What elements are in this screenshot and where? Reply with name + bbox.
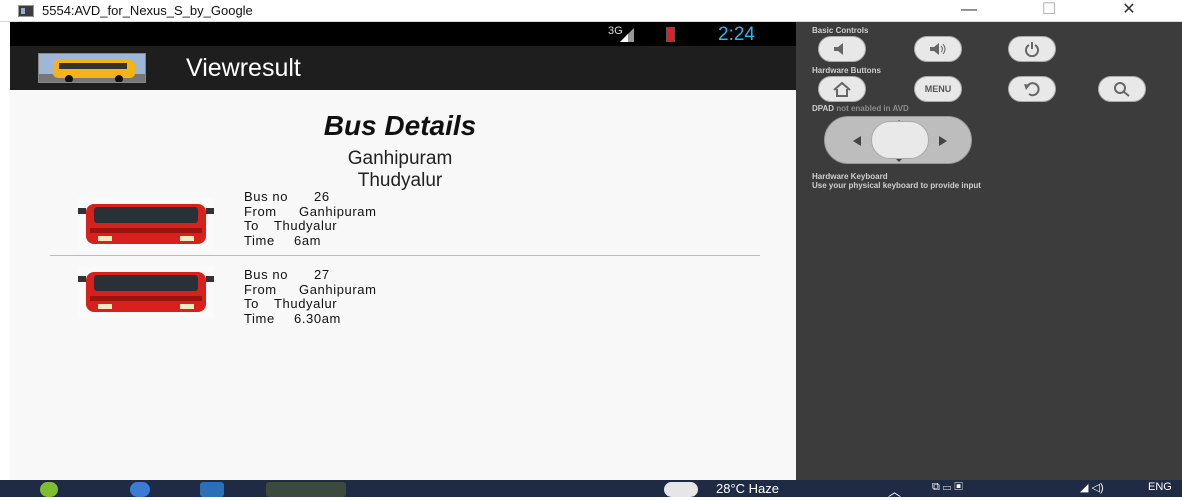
battery-icon bbox=[666, 27, 675, 42]
dpad-center-button[interactable] bbox=[871, 121, 929, 159]
close-button[interactable]: ✕ bbox=[1106, 0, 1152, 22]
from-label: From bbox=[244, 281, 277, 297]
bus-no-value: 27 bbox=[314, 267, 330, 282]
taskbar-app-icon[interactable] bbox=[40, 482, 58, 497]
from-value: Ganhipuram bbox=[299, 203, 377, 219]
window-title: 5554:AVD_for_Nexus_S_by_Google bbox=[42, 3, 253, 18]
time-label: Time bbox=[244, 232, 275, 248]
taskbar-app-icon[interactable] bbox=[130, 482, 150, 497]
weather-text[interactable]: 28°C Haze bbox=[716, 481, 779, 496]
bus-no-value: 26 bbox=[314, 189, 330, 204]
power-icon bbox=[1025, 42, 1039, 58]
activity-title: Viewresult bbox=[186, 54, 301, 82]
status-clock: 2:24 bbox=[718, 24, 755, 45]
dpad[interactable] bbox=[824, 116, 972, 164]
to-value: Thudyalur bbox=[274, 296, 338, 311]
basic-controls-label: Basic Controls bbox=[812, 26, 869, 35]
route-to: Thudyalur bbox=[357, 170, 443, 191]
list-item[interactable]: Bus no 26 From Ganhipuram To Thudyalur Time… bbox=[10, 189, 770, 254]
taskbar-word-icon[interactable] bbox=[200, 482, 224, 497]
bus-details-content: Bus Details Ganhipuram Thudyalur Bus no 2… bbox=[10, 90, 796, 480]
keyboard-hint: Use your physical keyboard to provide in… bbox=[812, 181, 981, 190]
volume-down-button[interactable] bbox=[818, 36, 866, 62]
status-bar: 3G 2:24 bbox=[10, 22, 796, 46]
dpad-title: DPAD bbox=[812, 104, 835, 113]
volume-down-icon bbox=[834, 43, 843, 55]
volume-up-button[interactable] bbox=[914, 36, 962, 62]
bus-no-label: Bus no bbox=[244, 189, 289, 204]
action-bar: Viewresult bbox=[10, 46, 796, 90]
device-screen[interactable]: 3G 2:24 Viewresult Bus Details Ganhipura… bbox=[10, 22, 796, 480]
search-button[interactable] bbox=[1098, 76, 1146, 102]
dpad-label: DPAD not enabled in AVD bbox=[812, 104, 909, 113]
power-button[interactable] bbox=[1008, 36, 1056, 62]
bus-image bbox=[78, 266, 214, 318]
maximize-button[interactable]: ☐ bbox=[1026, 0, 1072, 22]
volume-up-icon bbox=[930, 43, 946, 55]
bus-logo-icon bbox=[38, 53, 146, 83]
time-value: 6am bbox=[294, 232, 322, 248]
route-from: Ganhipuram bbox=[347, 148, 453, 169]
from-label: From bbox=[244, 203, 277, 219]
language-indicator[interactable]: ENG bbox=[1148, 481, 1172, 493]
back-icon bbox=[1024, 82, 1040, 97]
to-label: To bbox=[244, 218, 259, 233]
search-icon bbox=[1114, 82, 1130, 97]
menu-button[interactable]: MENU bbox=[914, 76, 962, 102]
home-button[interactable] bbox=[818, 76, 866, 102]
hardware-buttons-label: Hardware Buttons bbox=[812, 66, 881, 75]
bus-image bbox=[78, 198, 214, 250]
signal-icon bbox=[620, 28, 634, 42]
volume-tray-icon[interactable]: ◢ ◁) bbox=[1080, 481, 1104, 494]
keyboard-note: Hardware Keyboard Use your physical keyb… bbox=[812, 172, 981, 190]
emulator-app-icon bbox=[18, 5, 34, 17]
keyboard-label: Hardware Keyboard bbox=[812, 172, 888, 181]
from-value: Ganhipuram bbox=[299, 281, 377, 297]
page-title: Bus Details bbox=[323, 110, 477, 141]
tray-icons[interactable]: ⧉ ▭ ▣ bbox=[932, 481, 963, 494]
to-value: Thudyalur bbox=[274, 218, 338, 233]
bus-info: Bus no 27 From Ganhipuram To Thudyalur Time… bbox=[244, 267, 377, 326]
minimize-button[interactable]: — bbox=[946, 0, 992, 22]
time-label: Time bbox=[244, 310, 275, 326]
dpad-note: not enabled in AVD bbox=[836, 104, 909, 113]
time-value: 6.30am bbox=[294, 310, 341, 326]
window-titlebar: 5554:AVD_for_Nexus_S_by_Google — ☐ ✕ bbox=[0, 0, 1182, 22]
back-button[interactable] bbox=[1008, 76, 1056, 102]
tray-chevron-icon[interactable]: ︿ bbox=[888, 481, 901, 500]
emulator-controls-panel: Basic Controls Hardware Buttons MENU DPA… bbox=[796, 22, 1182, 480]
taskbar: 28°C Haze ︿ ⧉ ▭ ▣ ◢ ◁) ENG bbox=[0, 480, 1182, 500]
bus-info: Bus no 26 From Ganhipuram To Thudyalur Time… bbox=[244, 189, 377, 248]
taskbar-emulator-icon[interactable] bbox=[266, 482, 346, 497]
list-divider bbox=[50, 255, 760, 256]
bus-no-label: Bus no bbox=[244, 267, 289, 282]
home-icon bbox=[833, 81, 851, 97]
weather-icon bbox=[664, 482, 698, 497]
list-item[interactable]: Bus no 27 From Ganhipuram To Thudyalur Time… bbox=[10, 258, 770, 325]
to-label: To bbox=[244, 296, 259, 311]
